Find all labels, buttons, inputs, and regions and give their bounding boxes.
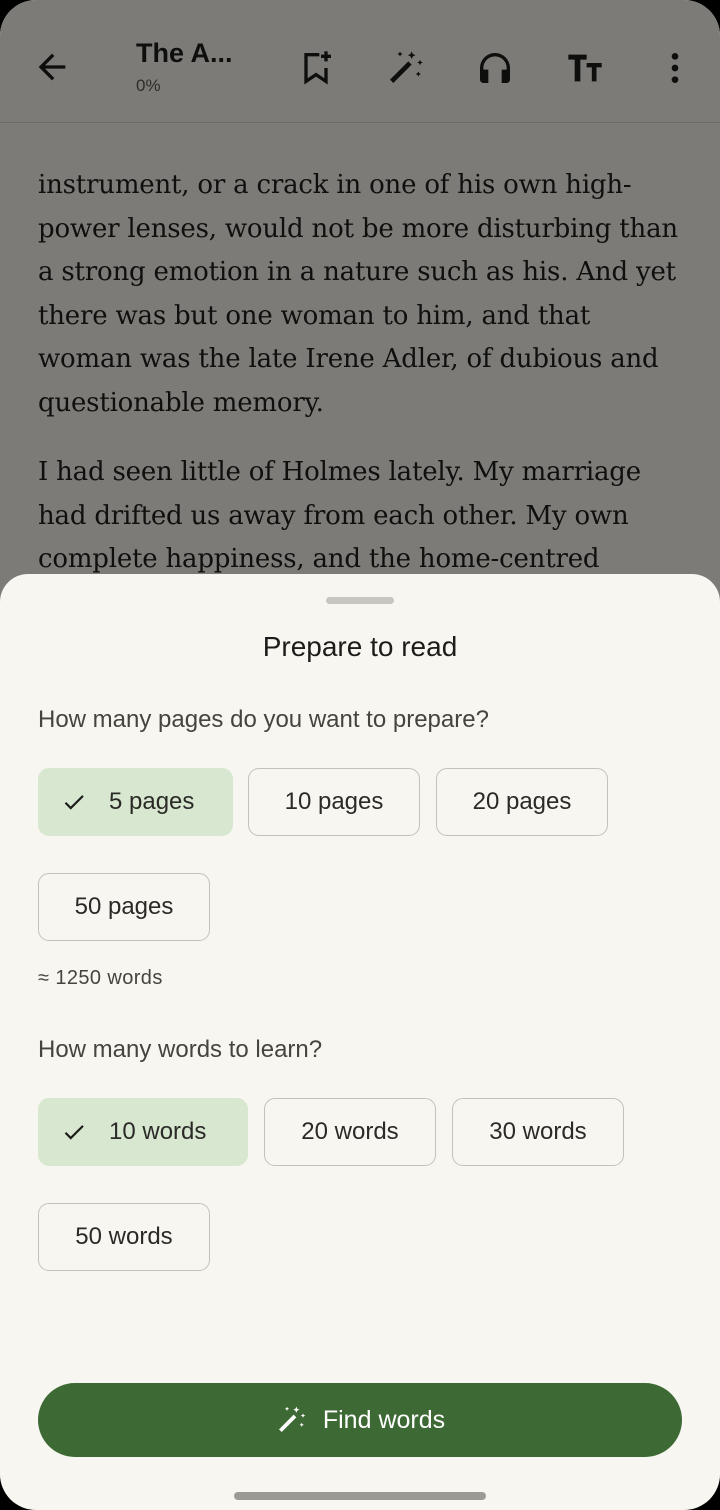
chip-50-words[interactable]: 50 words xyxy=(38,1203,210,1271)
check-icon xyxy=(64,795,84,810)
chip-5-pages[interactable]: 5 pages xyxy=(38,768,233,836)
chip-label: 20 words xyxy=(301,1118,399,1145)
chip-20-words[interactable]: 20 words xyxy=(264,1098,436,1166)
drag-handle[interactable] xyxy=(326,597,394,604)
check-icon xyxy=(64,1125,84,1140)
chip-30-words[interactable]: 30 words xyxy=(452,1098,624,1166)
chip-10-pages[interactable]: 10 pages xyxy=(248,768,420,836)
chip-label: 5 pages xyxy=(109,788,195,815)
chip-label: 50 pages xyxy=(74,893,174,920)
words-estimate: ≈ 1250 words xyxy=(38,967,163,989)
chip-label: 20 pages xyxy=(472,788,572,815)
chip-label: 50 words xyxy=(75,1223,173,1250)
chip-label: 10 words xyxy=(109,1118,207,1145)
pages-question: How many pages do you want to prepare? xyxy=(38,706,489,733)
find-words-label: Find words xyxy=(322,1405,446,1434)
sheet-title: Prepare to read xyxy=(262,631,458,662)
words-question: How many words to learn? xyxy=(38,1036,323,1063)
chip-label: 10 pages xyxy=(284,788,384,815)
chip-20-pages[interactable]: 20 pages xyxy=(436,768,608,836)
magic-wand-icon xyxy=(278,1406,306,1432)
gesture-navigation-bar[interactable] xyxy=(234,1492,486,1500)
find-words-button[interactable]: Find words xyxy=(38,1383,682,1457)
chip-50-pages[interactable]: 50 pages xyxy=(38,873,210,941)
prepare-to-read-sheet: Prepare to read How many pages do you wa… xyxy=(0,574,720,1510)
screen: The A... 0% instrument, or a crack in on… xyxy=(0,0,720,1510)
chip-10-words[interactable]: 10 words xyxy=(38,1098,248,1166)
chip-label: 30 words xyxy=(489,1118,587,1145)
